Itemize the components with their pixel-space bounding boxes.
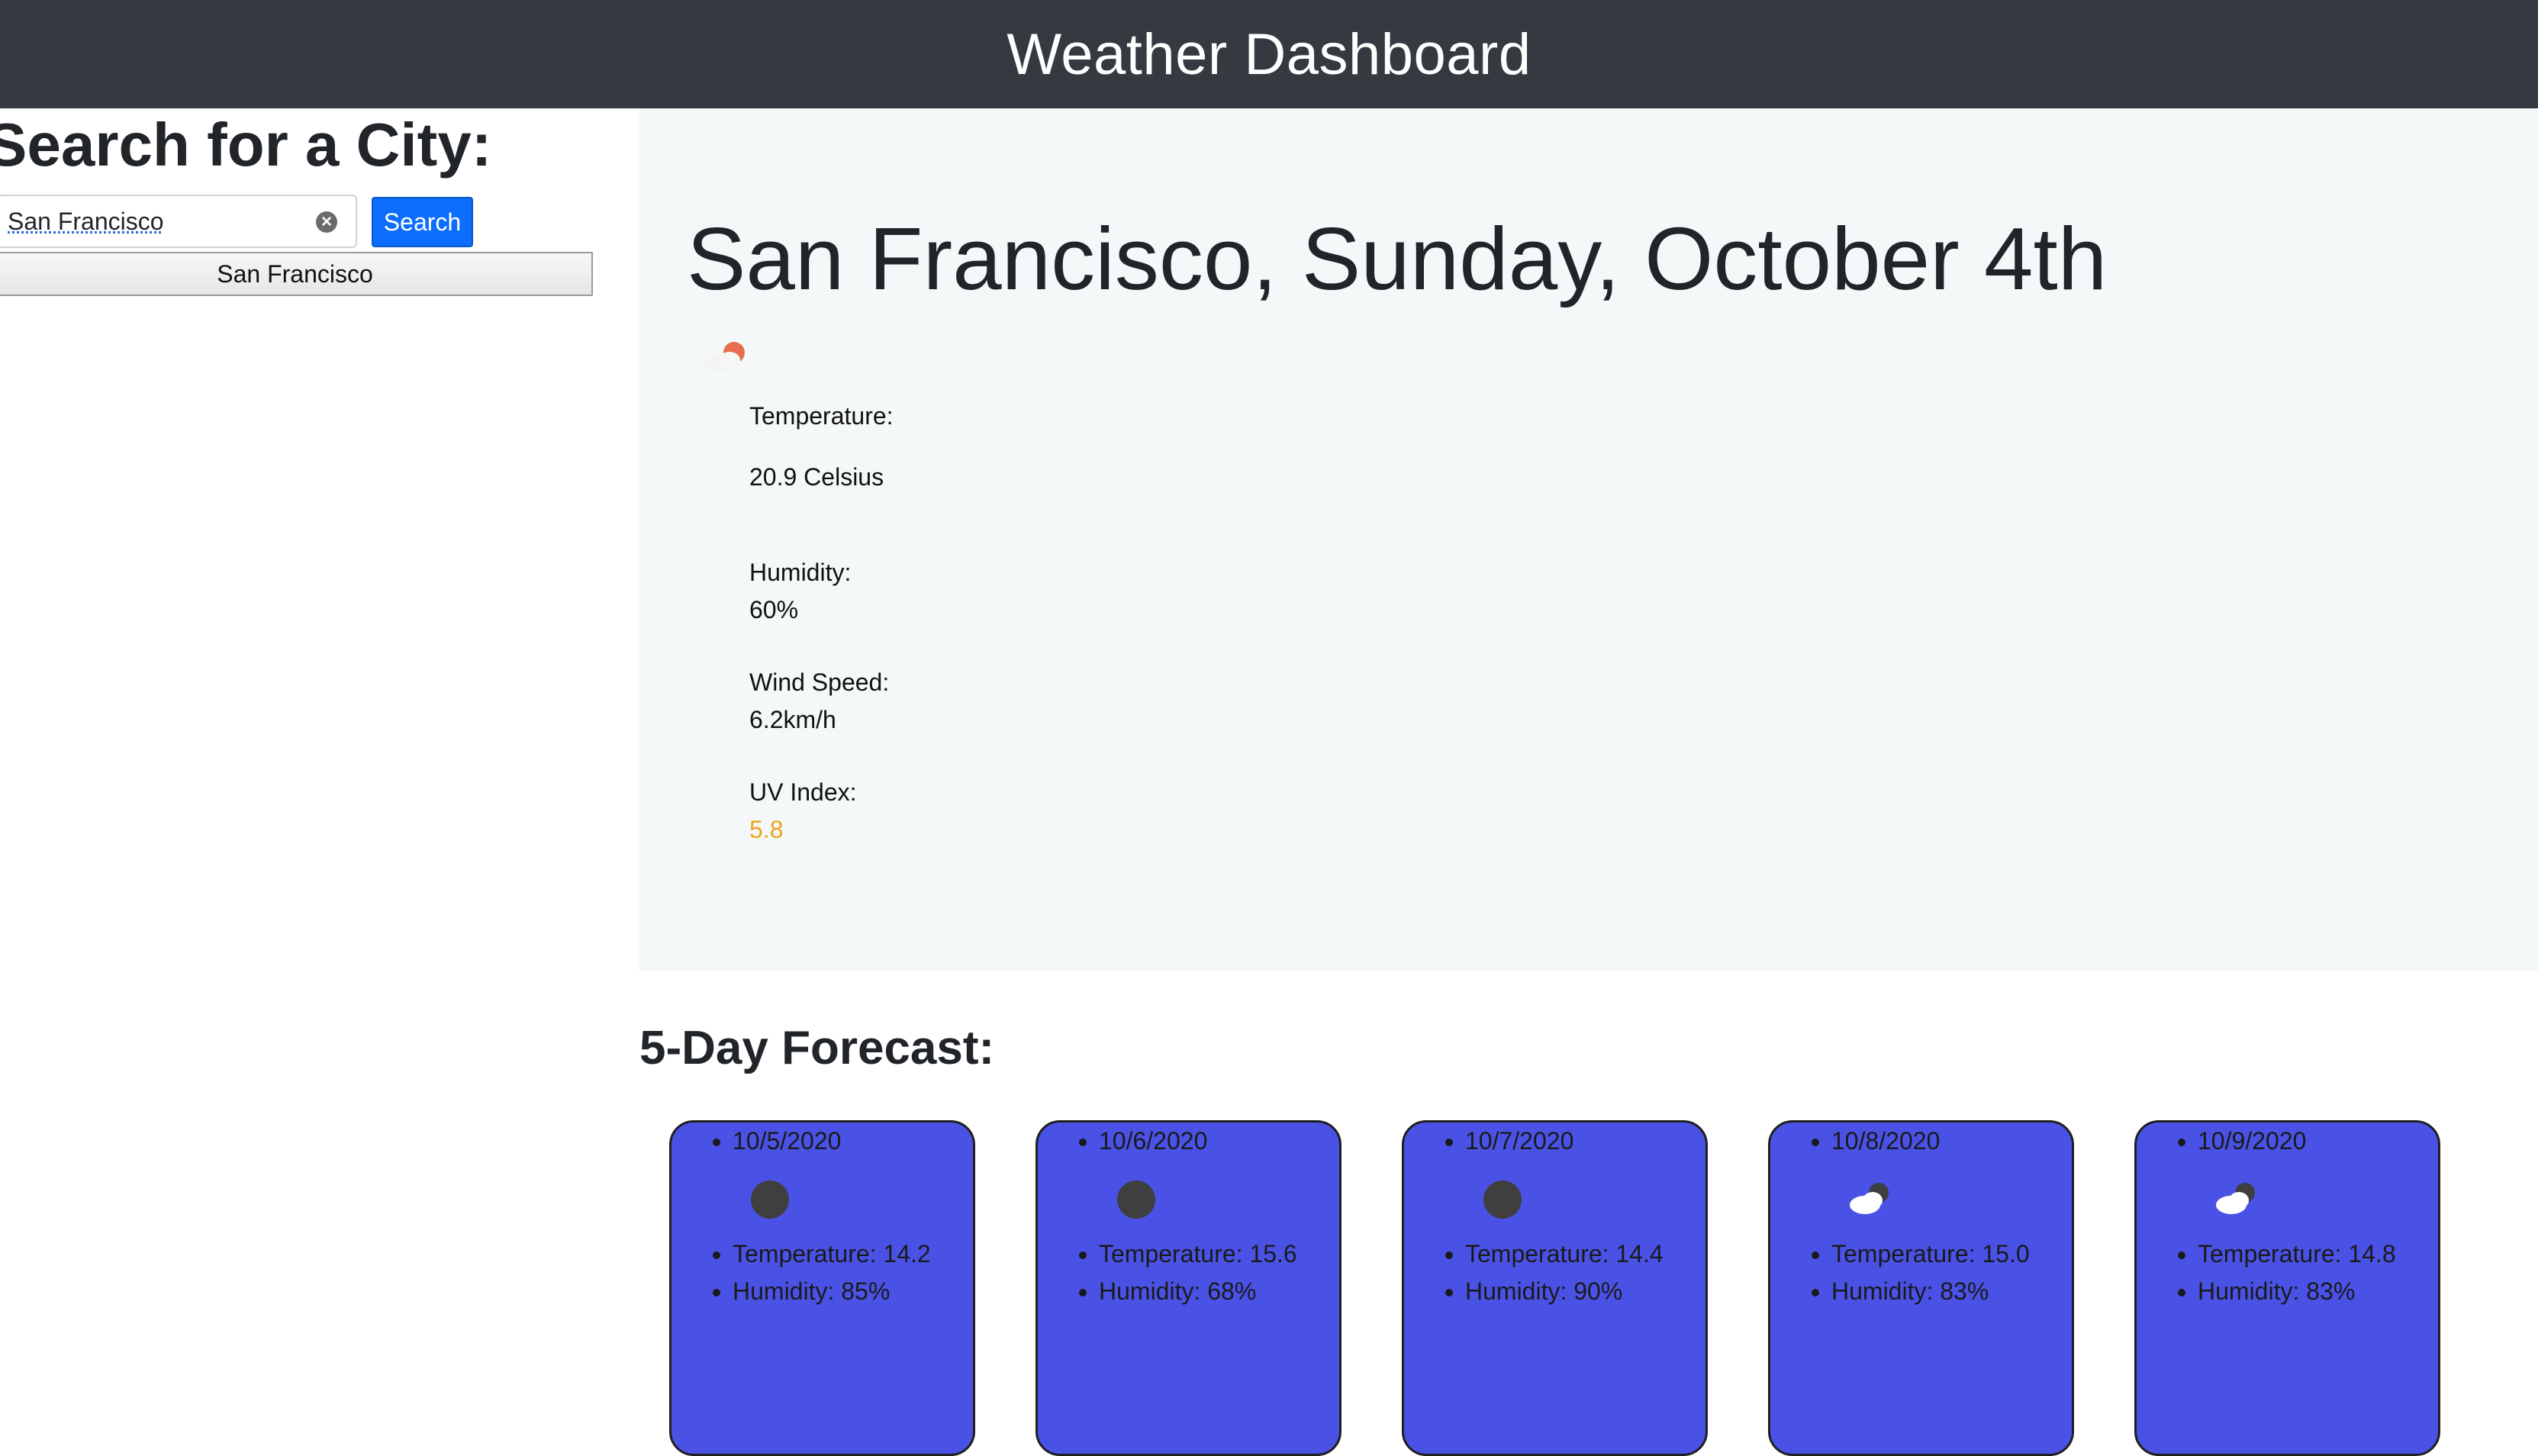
app-title: Weather Dashboard bbox=[1007, 21, 1531, 87]
humidity-value: 60% bbox=[749, 596, 799, 623]
forecast-date: 10/7/2020 bbox=[1465, 1123, 1573, 1160]
forecast-temperature: Temperature: 15.0 bbox=[1831, 1235, 2030, 1273]
forecast-card: 10/8/2020 Temperature: 15.0 Humidity: 83… bbox=[1768, 1120, 2074, 1456]
forecast-date: 10/5/2020 bbox=[733, 1123, 841, 1160]
search-title: Search for a City: bbox=[0, 111, 492, 179]
forecast-card: 10/6/2020 Temperature: 15.6 Humidity: 68… bbox=[1035, 1120, 1341, 1456]
uv-index-label: UV Index: bbox=[749, 778, 857, 806]
forecast-humidity: Humidity: 83% bbox=[2198, 1273, 2396, 1310]
forecast-temperature: Temperature: 15.6 bbox=[1099, 1235, 1297, 1273]
forecast-humidity: Humidity: 90% bbox=[1465, 1273, 1664, 1310]
temperature-label: Temperature: bbox=[749, 402, 894, 430]
forecast-humidity: Humidity: 68% bbox=[1099, 1273, 1297, 1310]
wind-speed-value: 6.2km/h bbox=[749, 706, 836, 733]
cloudy-night-icon bbox=[1850, 1183, 1889, 1214]
forecast-card: 10/7/2020 Temperature: 14.4 Humidity: 90… bbox=[1402, 1120, 1708, 1456]
clear-icon[interactable]: × bbox=[316, 211, 337, 233]
wind-speed-label: Wind Speed: bbox=[749, 668, 890, 696]
humidity-label: Humidity: bbox=[749, 559, 852, 586]
night-clear-icon bbox=[1480, 1179, 1528, 1219]
temperature-value: 20.9 Celsius bbox=[749, 463, 884, 491]
forecast-temperature: Temperature: 14.2 bbox=[733, 1235, 931, 1273]
forecast-card: 10/5/2020 Temperature: 14.2 Humidity: 85… bbox=[669, 1120, 975, 1456]
forecast-date: 10/8/2020 bbox=[1831, 1123, 1940, 1160]
forecast-date: 10/6/2020 bbox=[1099, 1123, 1207, 1160]
app-header: Weather Dashboard bbox=[0, 0, 2538, 108]
forecast-temperature: Temperature: 14.4 bbox=[1465, 1235, 1664, 1273]
history-city-button[interactable]: San Francisco bbox=[0, 252, 593, 296]
forecast-title: 5-Day Forecast: bbox=[639, 1022, 995, 1074]
cloudy-night-icon bbox=[2216, 1183, 2255, 1214]
current-city-title: San Francisco, Sunday, October 4th bbox=[687, 209, 2108, 308]
current-weather-panel: San Francisco, Sunday, October 4th Tempe… bbox=[639, 108, 2538, 971]
search-box[interactable]: × bbox=[0, 195, 357, 248]
forecast-card: 10/9/2020 Temperature: 14.8 Humidity: 83… bbox=[2134, 1120, 2440, 1456]
forecast-date: 10/9/2020 bbox=[2198, 1123, 2306, 1160]
city-search-input[interactable] bbox=[8, 196, 298, 246]
partly-sunny-icon bbox=[705, 342, 745, 372]
forecast-temperature: Temperature: 14.8 bbox=[2198, 1235, 2396, 1273]
forecast-humidity: Humidity: 85% bbox=[733, 1273, 931, 1310]
night-clear-icon bbox=[1114, 1179, 1161, 1219]
search-button[interactable]: Search bbox=[372, 197, 473, 247]
uv-index-value: 5.8 bbox=[749, 816, 784, 843]
night-clear-icon bbox=[748, 1179, 795, 1219]
forecast-humidity: Humidity: 83% bbox=[1831, 1273, 2030, 1310]
